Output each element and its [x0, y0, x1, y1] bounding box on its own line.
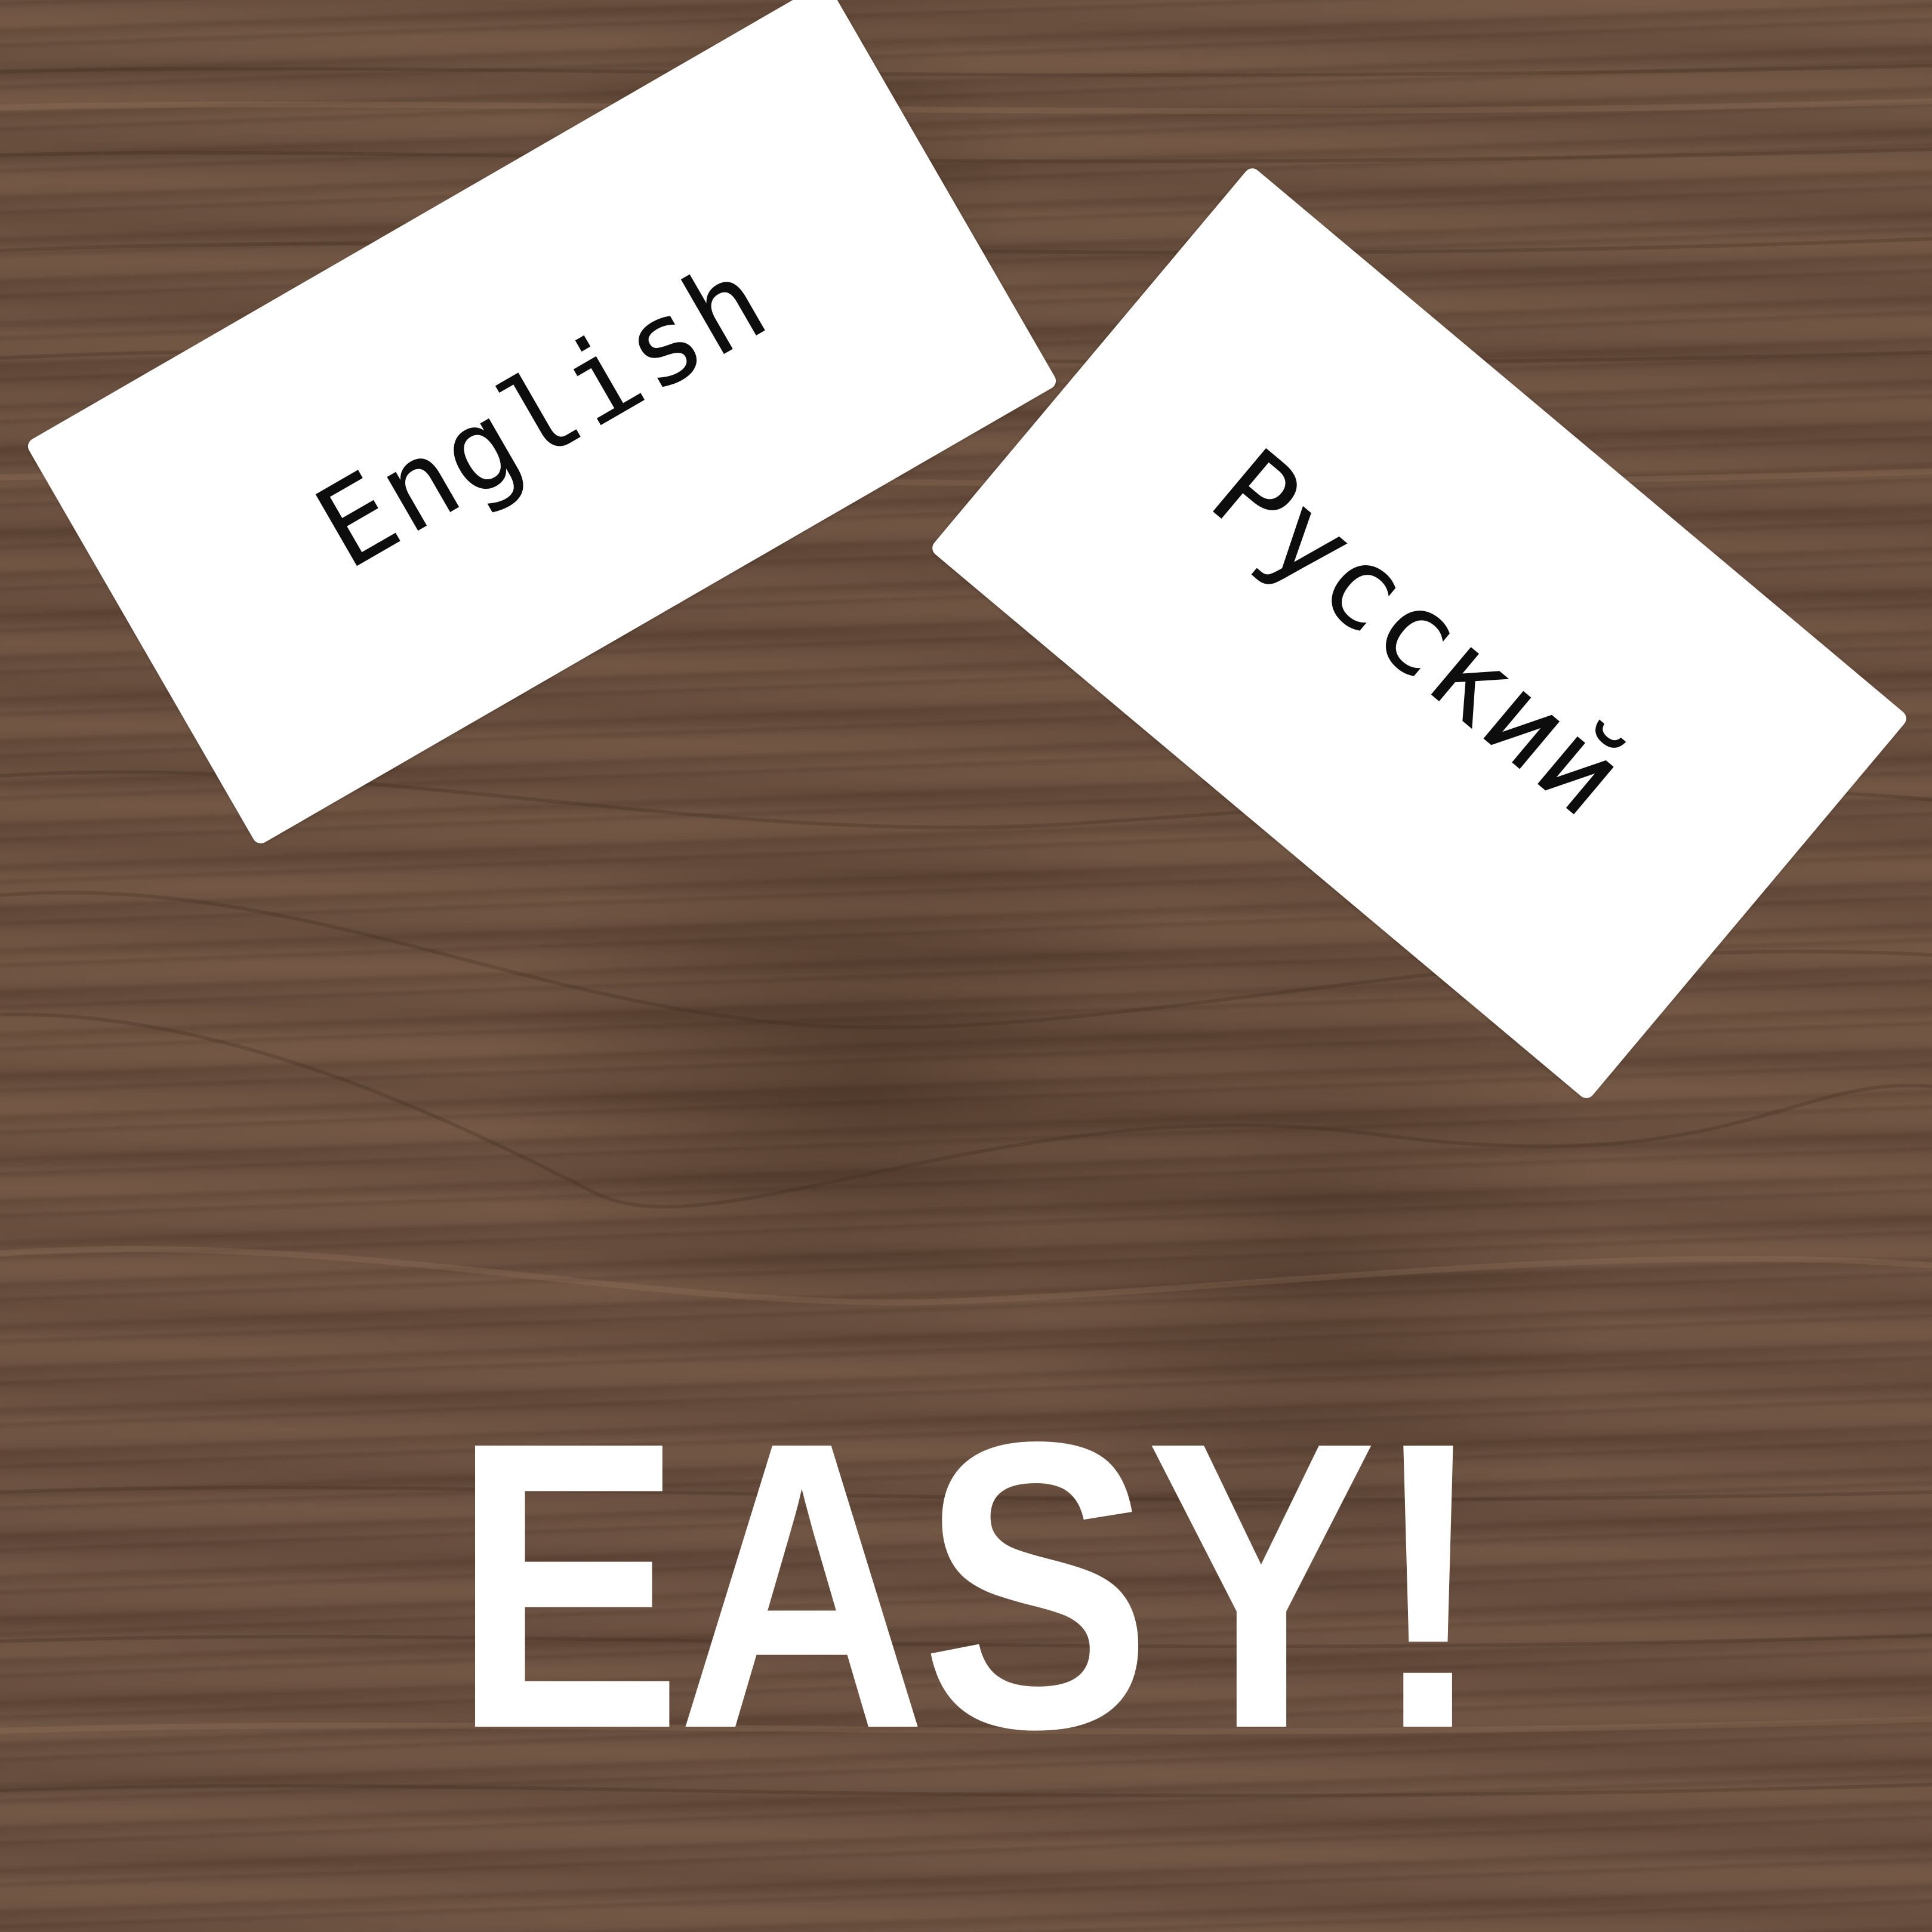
wood-background: English Русский EASY! [0, 0, 1932, 1932]
english-card-label: English [294, 233, 790, 594]
russian-card-label: Русский [1187, 423, 1651, 843]
headline-text: EASY! [452, 1357, 1486, 1814]
